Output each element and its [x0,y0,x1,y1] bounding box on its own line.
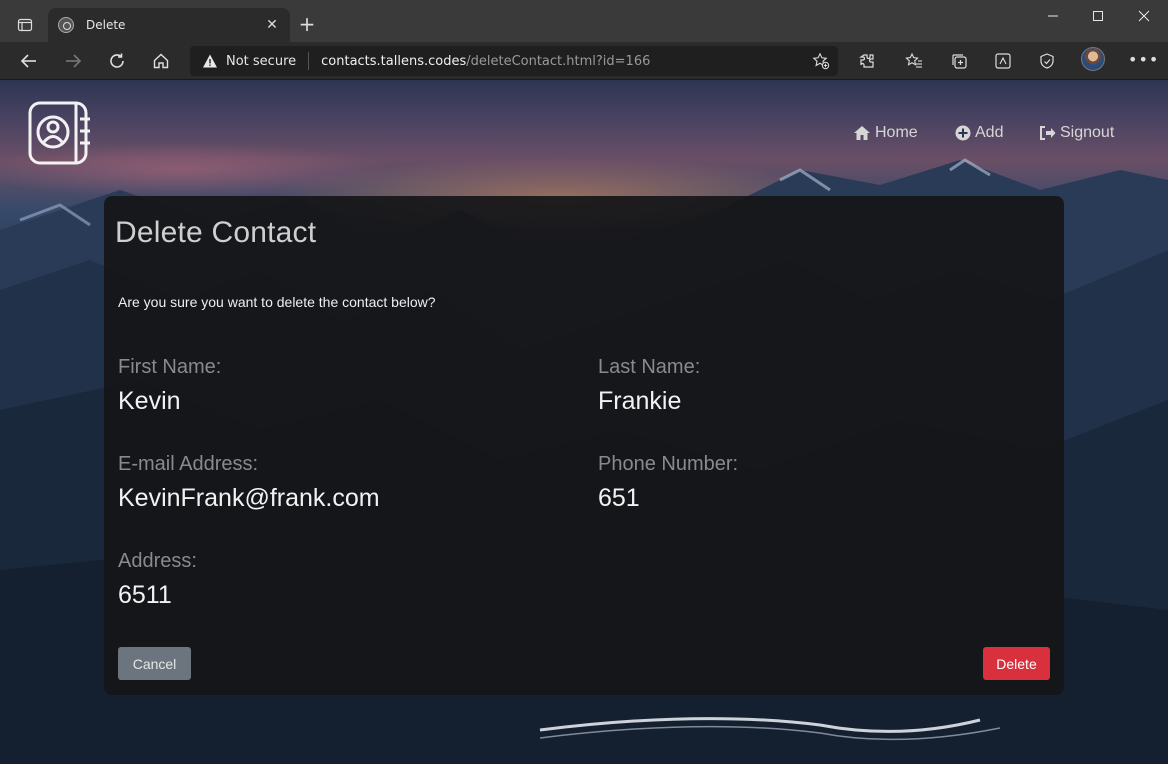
maximize-button[interactable] [1075,4,1121,28]
browser-tab[interactable]: Delete ✕ [48,8,290,42]
minimize-button[interactable] [1030,4,1076,28]
tab-close-icon[interactable]: ✕ [264,17,280,33]
security-status[interactable]: Not secure [226,54,296,69]
add-favorite-icon[interactable] [812,52,830,70]
forward-button[interactable] [59,47,87,75]
delete-button[interactable]: Delete [983,647,1050,680]
confirm-question: Are you sure you want to delete the cont… [118,294,436,310]
extensions-icon[interactable] [857,51,877,71]
first-name-label: First Name: [118,356,222,378]
last-name-value: Frankie [598,387,682,415]
close-window-icon [1138,10,1150,22]
page-viewport: Home Add Signout Delete Contact Are you … [0,80,1168,764]
nav-add-label: Add [975,124,1004,141]
nav-add-link[interactable]: Add [955,124,1003,142]
email-label: E-mail Address: [118,453,259,475]
web-capture-icon[interactable] [993,51,1013,71]
forward-arrow-icon [66,54,82,68]
address-divider [308,52,310,70]
browser-titlebar: Delete ✕ + [0,0,1168,42]
email-value: KevinFrank@frank.com [118,484,380,512]
refresh-button[interactable] [103,47,131,75]
maximize-icon [1093,11,1103,21]
page-title: Delete Contact [115,216,317,249]
browser-toolbar: Not secure contacts.tallens.codes/delete… [0,42,1168,80]
close-window-button[interactable] [1121,4,1167,28]
delete-contact-card: Delete Contact Are you sure you want to … [104,196,1064,695]
url-path: /deleteContact.html?id=166 [466,53,651,69]
minimize-icon [1048,15,1058,17]
refresh-icon [110,53,124,68]
contacts-favicon-icon [58,17,74,33]
back-button[interactable] [15,47,43,75]
contact-book-logo-icon [28,101,90,165]
browser-essentials-icon[interactable] [1037,51,1057,71]
nav-signout-link[interactable]: Signout [1039,124,1114,142]
address-bar[interactable]: Not secure contacts.tallens.codes/delete… [190,46,838,76]
home-outline-icon [153,53,169,69]
home-button[interactable] [147,47,175,75]
phone-label: Phone Number: [598,453,739,475]
nav-home-label: Home [875,124,918,141]
profile-avatar[interactable] [1081,47,1105,71]
more-options-icon[interactable]: ••• [1128,50,1159,69]
home-icon [854,126,870,140]
collections-icon[interactable] [949,51,969,71]
tab-actions-icon [17,18,33,32]
address-label: Address: [118,550,197,572]
url-host: contacts.tallens.codes [321,53,467,69]
nav-signout-label: Signout [1060,124,1115,141]
back-arrow-icon [20,54,36,68]
first-name-value: Kevin [118,387,181,415]
favorites-icon[interactable] [904,51,924,71]
tab-actions-button[interactable] [10,12,40,38]
tab-title: Delete [86,18,126,32]
new-tab-icon[interactable]: + [296,14,318,36]
nav-home-link[interactable]: Home [853,124,918,142]
warning-icon [203,54,217,68]
cancel-button[interactable]: Cancel [118,647,191,680]
signout-icon [1040,126,1056,140]
plus-circle-icon [955,125,971,141]
last-name-label: Last Name: [598,356,701,378]
phone-value: 651 [598,484,640,512]
address-value: 6511 [118,581,172,609]
